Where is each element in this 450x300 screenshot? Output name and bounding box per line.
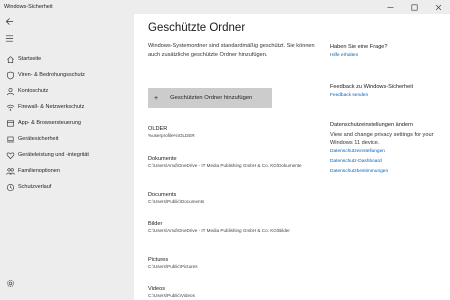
sidebar: Startseite Viren- & Bedrohungsschutz Kon…	[0, 14, 134, 300]
sidebar-item-label: Familienoptionen	[18, 168, 60, 174]
privacy-section: Datenschutzeinstellungen ändern View and…	[330, 122, 448, 177]
folder-item[interactable]: Bilder C:\Users\Amd\OneDrive - IT Media …	[148, 221, 318, 234]
title-bar: Windows-Sicherheit	[0, 0, 450, 14]
page-description: Windows-Systemordner sind standardmäßig …	[148, 43, 315, 58]
folder-path: C:\Users\Public\Pictures	[148, 264, 198, 269]
folder-name: OLDER	[148, 126, 168, 132]
folder-name: Bilder	[148, 221, 163, 227]
feedback-heading: Feedback zu Windows-Sicherheit	[330, 84, 414, 90]
add-button-label: Geschützten Ordner hinzufügen	[170, 95, 253, 101]
sidebar-item-firewall[interactable]: Firewall- & Netzwerkschutz	[0, 100, 134, 114]
laptop-icon	[3, 135, 17, 144]
privacy-text: View and change privacy settings for you…	[330, 132, 434, 146]
page-title: Geschützte Ordner	[148, 22, 246, 34]
family-icon	[3, 167, 17, 176]
feedback-section: Feedback zu Windows-Sicherheit Feedback …	[330, 84, 448, 101]
sidebar-item-device-security[interactable]: Gerätesicherheit	[0, 132, 134, 146]
gear-icon	[3, 279, 17, 288]
plus-icon: +	[154, 94, 159, 102]
window-title: Windows-Sicherheit	[4, 4, 53, 10]
wifi-icon	[3, 103, 17, 112]
sidebar-item-app-browser[interactable]: App- & Browsersteuerung	[0, 116, 134, 130]
sidebar-item-label: Firewall- & Netzwerkschutz	[18, 104, 85, 110]
sidebar-item-label: Geräteleistung und -integrität	[18, 152, 89, 158]
folder-item[interactable]: OLDER %userprofile%\OLDER	[148, 126, 318, 139]
add-protected-folder-button[interactable]: + Geschützten Ordner hinzufügen	[148, 88, 272, 108]
back-arrow-icon	[5, 18, 14, 25]
sidebar-item-virus[interactable]: Viren- & Bedrohungsschutz	[0, 68, 134, 82]
help-link[interactable]: Hilfe erhalten	[330, 51, 448, 61]
folder-path: C:\Users\Public\Videos	[148, 293, 195, 298]
window-controls	[378, 0, 450, 14]
sidebar-item-label: Viren- & Bedrohungsschutz	[18, 72, 85, 78]
folder-name: Documents	[148, 192, 177, 198]
folder-path: C:\Users\Amd\OneDrive - IT Media Publish…	[148, 228, 290, 233]
folder-item[interactable]: Videos C:\Users\Public\Videos	[148, 286, 318, 299]
sidebar-item-history[interactable]: Schutzverlauf	[0, 180, 134, 194]
app-icon	[3, 119, 17, 128]
folder-item[interactable]: Documents C:\Users\Public\Documents	[148, 192, 318, 205]
maximize-button[interactable]	[402, 0, 426, 14]
folder-path: C:\Users\Public\Documents	[148, 199, 205, 204]
close-button[interactable]	[426, 0, 450, 14]
folder-name: Pictures	[148, 257, 169, 263]
feedback-link[interactable]: Feedback senden	[330, 91, 448, 101]
menu-button[interactable]	[5, 34, 14, 45]
sidebar-item-label: Kontoschutz	[18, 88, 49, 94]
sidebar-item-label: Startseite	[18, 56, 42, 62]
maximize-icon	[411, 4, 418, 11]
shield-icon	[3, 71, 17, 80]
sidebar-item-label: Gerätesicherheit	[18, 136, 59, 142]
privacy-dashboard-link[interactable]: Datenschutz-Dashboard	[330, 157, 448, 167]
privacy-settings-link[interactable]: Datenschutzeinstellungen	[330, 147, 448, 157]
sidebar-item-settings[interactable]	[0, 276, 134, 290]
privacy-heading: Datenschutzeinstellungen ändern	[330, 122, 414, 128]
folder-name: Dokumente	[148, 156, 177, 162]
history-icon	[3, 183, 17, 192]
minimize-button[interactable]	[378, 0, 402, 14]
sidebar-item-family[interactable]: Familienoptionen	[0, 164, 134, 178]
sidebar-item-account[interactable]: Kontoschutz	[0, 84, 134, 98]
heart-icon	[3, 151, 17, 160]
hamburger-icon	[5, 35, 14, 42]
close-icon	[435, 4, 441, 10]
sidebar-item-label: App- & Browsersteuerung	[18, 120, 81, 126]
folder-path: %userprofile%\OLDER	[148, 133, 195, 138]
sidebar-item-label: Schutzverlauf	[18, 184, 52, 190]
main-panel: Geschützte Ordner Windows-Systemordner s…	[134, 14, 450, 300]
folder-name: Videos	[148, 286, 166, 292]
home-icon	[3, 55, 17, 64]
help-heading: Haben Sie eine Frage?	[330, 44, 388, 50]
sidebar-item-device-health[interactable]: Geräteleistung und -integrität	[0, 148, 134, 162]
sidebar-item-home[interactable]: Startseite	[0, 52, 134, 66]
folder-path: C:\Users\Amd\OneDrive - IT Media Publish…	[148, 163, 302, 168]
folder-item[interactable]: Pictures C:\Users\Public\Pictures	[148, 257, 318, 270]
minimize-icon	[387, 6, 393, 8]
help-section: Haben Sie eine Frage? Hilfe erhalten	[330, 44, 448, 61]
person-icon	[3, 87, 17, 96]
folder-item[interactable]: Dokumente C:\Users\Amd\OneDrive - IT Med…	[148, 156, 318, 169]
privacy-statement-link[interactable]: Datenschutzbestimmungen	[330, 167, 448, 177]
back-button[interactable]	[5, 17, 14, 28]
